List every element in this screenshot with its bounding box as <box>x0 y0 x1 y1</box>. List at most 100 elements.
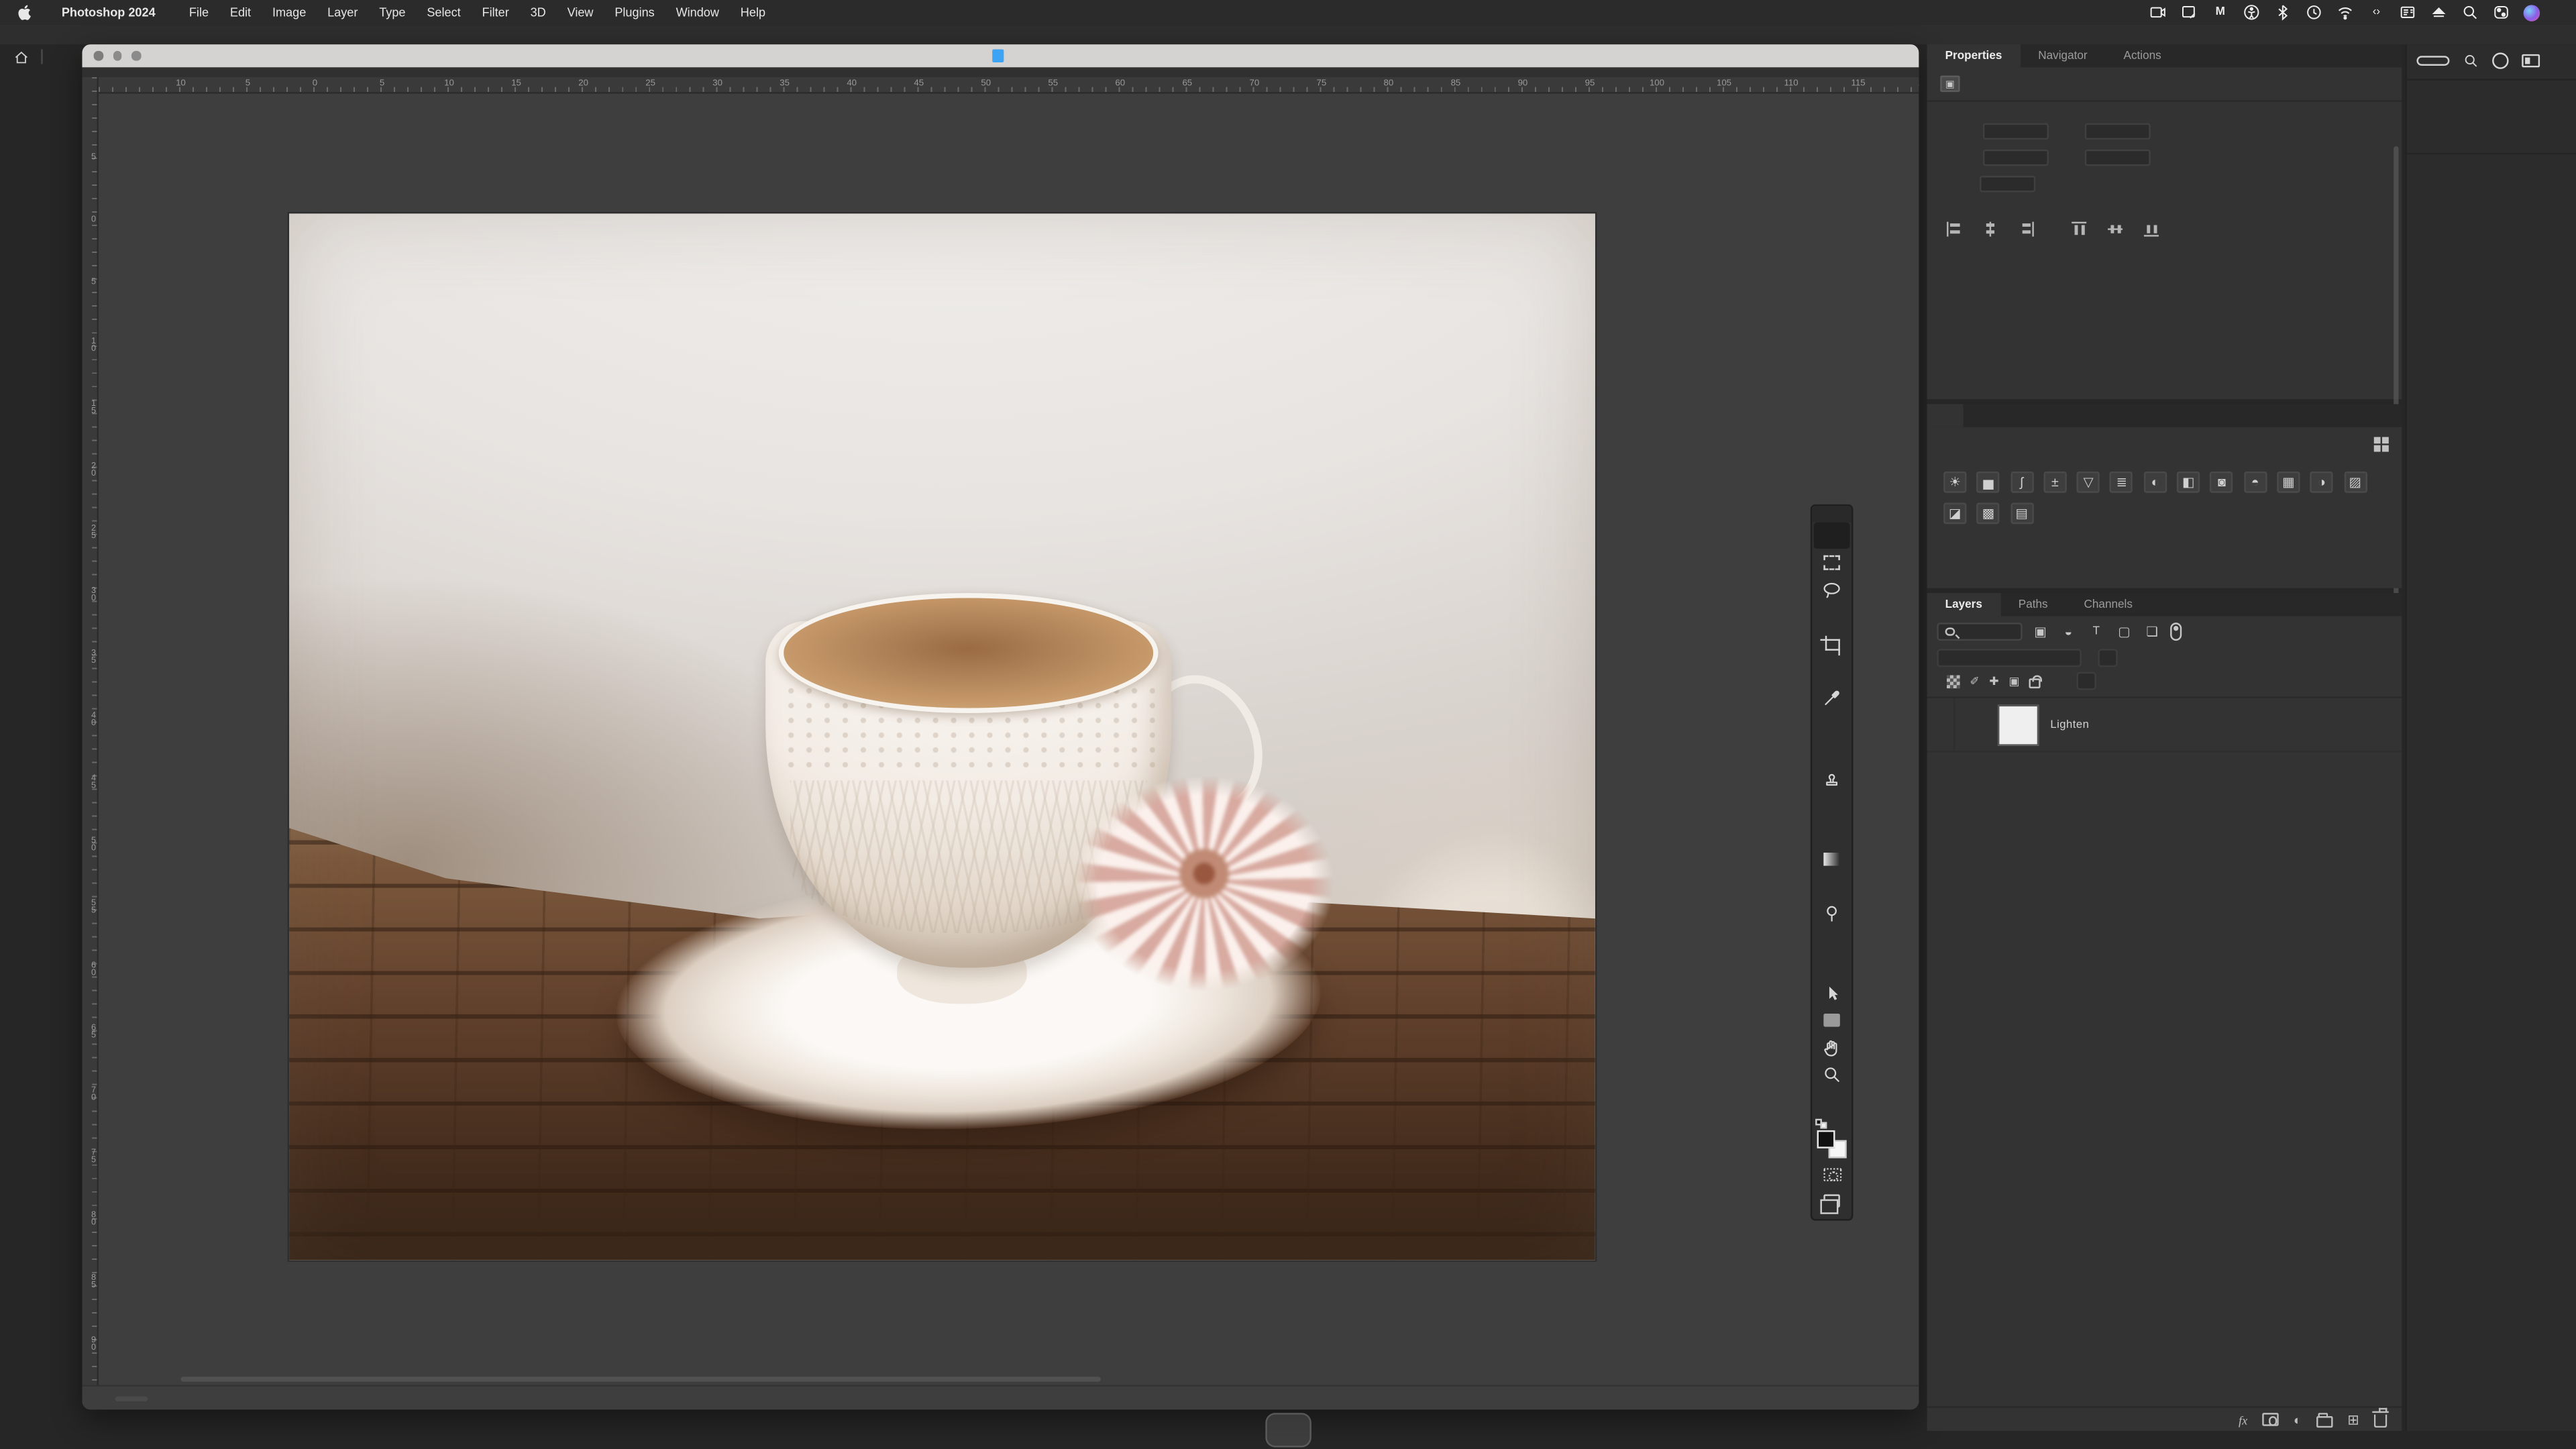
menu-item[interactable]: Image <box>262 5 317 19</box>
visibility-toggle[interactable] <box>1927 698 1955 752</box>
document-tab-title[interactable] <box>82 49 1919 63</box>
horizontal-ruler[interactable]: 10 5 0 5 10 15 20 25 30 35 40 45 50 55 60 65 70 75 80 85 90 9… <box>98 77 1919 94</box>
expand-panels-icon[interactable] <box>2407 80 2576 92</box>
eject-icon[interactable] <box>2430 3 2448 21</box>
menu-item[interactable]: Select <box>416 5 471 19</box>
home-icon[interactable] <box>13 48 30 64</box>
adjustment-icon[interactable]: ◐ <box>2143 471 2167 493</box>
transform-header[interactable] <box>1927 102 2402 117</box>
filter-smart-objects-icon[interactable]: ❏ <box>2142 625 2161 639</box>
lock-transparency-icon[interactable] <box>1947 674 1960 688</box>
delete-layer-icon[interactable] <box>2373 1408 2389 1428</box>
foreground-color-swatch[interactable] <box>1817 1129 1835 1148</box>
align-bottom-icon[interactable] <box>2144 222 2159 237</box>
filter-adjustment-layers-icon[interactable]: ◒ <box>2059 625 2078 639</box>
document-info[interactable] <box>115 1395 148 1401</box>
y-field[interactable] <box>2084 149 2151 166</box>
align-header[interactable] <box>1927 193 2402 207</box>
path-selection-tool[interactable] <box>1814 980 1850 1007</box>
bluetooth-icon[interactable] <box>2273 3 2292 21</box>
lock-artboard-icon[interactable]: ▣ <box>2008 674 2019 688</box>
blend-mode-select[interactable] <box>1937 649 2082 667</box>
opacity-field[interactable] <box>2098 649 2118 667</box>
spot-healing-brush-tool[interactable] <box>1814 711 1850 738</box>
brush-tool[interactable] <box>1814 738 1850 765</box>
adjustment-icon[interactable]: ☀ <box>1943 471 1967 493</box>
menu-item[interactable]: Plugins <box>604 5 665 19</box>
layer-name[interactable]: Lighten <box>2050 719 2089 731</box>
layer-row[interactable]: Lighten <box>1927 698 2402 753</box>
screen-mirroring-icon[interactable] <box>2149 3 2167 21</box>
panel-tab[interactable]: Paths <box>2000 593 2066 616</box>
align-right-icon[interactable] <box>2019 221 2034 237</box>
lock-all-icon[interactable] <box>2029 674 2042 689</box>
single-adjustments-row[interactable] <box>1927 451 2402 462</box>
sharpen-tool[interactable] <box>1814 873 1850 900</box>
siri-icon[interactable] <box>2523 4 2540 21</box>
menu-item[interactable]: Edit <box>219 5 262 19</box>
menu-item[interactable]: Window <box>665 5 730 19</box>
collapsed-panel-button[interactable] <box>2406 92 2576 155</box>
rectangle-shape-tool[interactable] <box>1814 1007 1850 1034</box>
spotlight-icon[interactable] <box>2461 3 2479 21</box>
canvas[interactable] <box>289 213 1595 1260</box>
x-field[interactable] <box>2084 123 2151 140</box>
malwarebytes-icon[interactable]: M <box>2211 3 2229 21</box>
panel-tab[interactable]: Actions <box>2106 44 2180 67</box>
screen-mode-button[interactable] <box>1814 1188 1850 1215</box>
filter-toggle[interactable] <box>2170 623 2182 641</box>
menu-item[interactable]: Type <box>368 5 416 19</box>
frame-tool[interactable] <box>1814 657 1850 684</box>
workspace-icon[interactable] <box>2522 54 2540 68</box>
adjustment-icon[interactable]: ▦ <box>2277 471 2300 493</box>
adjustment-icon[interactable]: ◑ <box>2310 471 2334 493</box>
height-field[interactable] <box>1982 149 2049 166</box>
new-group-icon[interactable] <box>2316 1413 2333 1427</box>
adjustment-icon[interactable]: ▨ <box>2343 471 2367 493</box>
move-tool[interactable] <box>1813 522 1850 549</box>
panel-menu-icon[interactable] <box>2382 404 2402 427</box>
width-field[interactable] <box>1982 123 2049 140</box>
eraser-tool[interactable] <box>1814 818 1850 845</box>
grid-view-icon[interactable] <box>2373 437 2389 451</box>
filter-type-layers-icon[interactable]: T <box>2086 626 2106 637</box>
menu-item[interactable]: File <box>178 5 219 19</box>
menu-item[interactable]: Layer <box>317 5 368 19</box>
time-machine-icon[interactable] <box>2305 3 2323 21</box>
horizontal-scrollbar[interactable] <box>180 1377 1101 1382</box>
display-note-icon[interactable] <box>2180 3 2198 21</box>
type-tool[interactable] <box>1814 953 1850 980</box>
adjustment-icon[interactable]: ▤ <box>2010 503 2033 525</box>
edit-toolbar-button[interactable] <box>1814 1088 1850 1115</box>
default-colors-icon[interactable] <box>1815 1118 1827 1128</box>
panel-tab[interactable]: Navigator <box>2020 44 2105 67</box>
crop-tool[interactable] <box>1814 630 1850 657</box>
menu-item[interactable]: 3D <box>520 5 557 19</box>
panel-tab[interactable]: Channels <box>2066 593 2151 616</box>
align-left-icon[interactable] <box>1947 221 1962 237</box>
panel-tab[interactable] <box>1927 404 1964 427</box>
widget-panel-icon[interactable] <box>2399 3 2417 21</box>
panel-tab[interactable]: Properties <box>1927 44 2021 68</box>
history-brush-tool[interactable] <box>1814 792 1850 818</box>
menu-item[interactable]: Photoshop 2024 <box>51 5 178 19</box>
document-tab-bar[interactable] <box>82 44 1919 68</box>
object-selection-tool[interactable] <box>1814 603 1850 630</box>
search-icon[interactable] <box>2463 52 2479 68</box>
layer-style-icon[interactable]: fx <box>2239 1412 2247 1427</box>
adjustment-icon[interactable]: ◙ <box>2210 471 2234 493</box>
adjustment-icon[interactable]: ▽ <box>2076 471 2100 493</box>
accessibility-icon[interactable] <box>2243 3 2261 21</box>
new-layer-icon[interactable]: ⊞ <box>2347 1410 2359 1428</box>
eyedropper-tool[interactable] <box>1814 684 1850 711</box>
align-center-vertical-icon[interactable] <box>2108 222 2123 237</box>
mask-thumbnail[interactable] <box>1997 704 2039 746</box>
filter-pixel-layers-icon[interactable]: ▣ <box>2031 625 2050 639</box>
kind-filter-dropdown[interactable] <box>1937 623 2023 641</box>
menu-item[interactable]: Filter <box>472 5 520 19</box>
adjustment-icon[interactable]: ◧ <box>2177 471 2200 493</box>
gradient-tool[interactable] <box>1814 845 1850 872</box>
control-center-icon[interactable] <box>2492 3 2510 21</box>
zoom-tool[interactable] <box>1814 1061 1850 1088</box>
dock-app[interactable] <box>1275 1417 1301 1442</box>
